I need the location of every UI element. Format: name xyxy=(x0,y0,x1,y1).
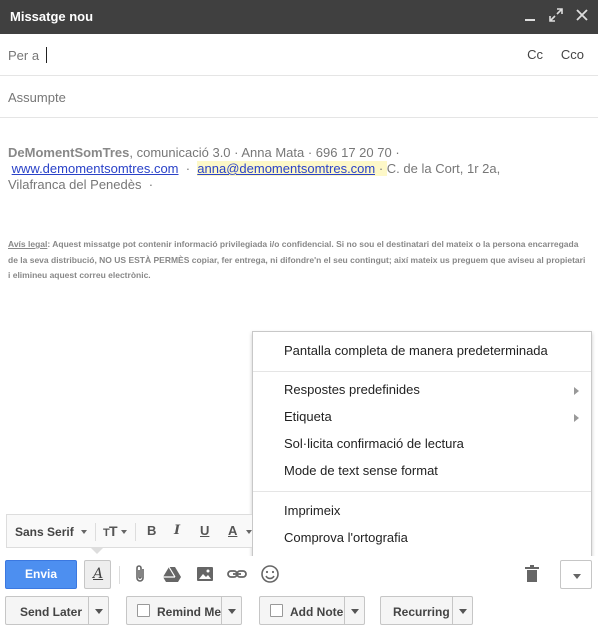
menu-item-read-receipt[interactable]: Sol·licita confirmació de lectura xyxy=(284,433,581,455)
menu-item-spellcheck[interactable]: Comprova l'ortografia xyxy=(284,527,581,549)
bcc-link[interactable]: Cco xyxy=(561,47,584,62)
legal-notice: Avís legal: Aquest missatge pot contenir… xyxy=(8,237,586,284)
format-text-icon: A xyxy=(93,566,104,582)
send-later-button[interactable]: Send Later xyxy=(5,596,109,625)
add-note-label: Add Note xyxy=(290,605,344,619)
signature-dot: · xyxy=(375,161,387,176)
italic-button[interactable]: I xyxy=(174,523,180,538)
to-field[interactable]: Per a Cc Cco xyxy=(0,34,598,76)
add-note-button[interactable]: Add Note xyxy=(259,596,365,625)
signature-address: C. de la Cort, 1r 2a, xyxy=(386,161,501,176)
signature-line1: , comunicació 3.0 · Anna Mata · 696 17 2… xyxy=(129,145,400,160)
remind-me-dropdown[interactable] xyxy=(221,597,241,624)
menu-item-label-tag[interactable]: Etiqueta xyxy=(284,406,581,428)
menu-item-label: Mode de text sense format xyxy=(284,463,438,478)
menu-item-plain-text[interactable]: Mode de text sense format xyxy=(284,460,581,482)
signature-city: Vilafranca del Penedès · xyxy=(8,177,154,192)
menu-item-print[interactable]: Imprimeix xyxy=(284,500,581,522)
more-options-menu: Pantalla completa de manera predetermina… xyxy=(252,331,592,559)
chevron-down-icon xyxy=(81,530,87,534)
attach-file-icon[interactable] xyxy=(128,562,152,586)
close-icon[interactable] xyxy=(574,7,590,23)
divider xyxy=(95,523,96,541)
submenu-arrow-icon xyxy=(574,414,579,422)
legal-text: : Aquest missatge pot contenir informaci… xyxy=(8,239,586,280)
formatting-options-button[interactable]: A xyxy=(84,560,111,589)
to-label: Per a xyxy=(8,48,40,63)
compose-toolbar: Envia A Send Later Remind Me Add Note Re… xyxy=(0,556,598,634)
submenu-arrow-icon xyxy=(574,387,579,395)
remind-me-label: Remind Me xyxy=(157,605,222,619)
send-later-label: Send Later xyxy=(20,605,83,619)
menu-item-canned-responses[interactable]: Respostes predefinides xyxy=(284,379,581,401)
menu-item-label: Sol·licita confirmació de lectura xyxy=(284,436,464,451)
menu-divider xyxy=(253,491,591,492)
window-title: Missatge nou xyxy=(10,9,94,24)
underline-button[interactable]: U xyxy=(200,523,209,538)
formatting-bar: Sans Serif TT B I U A xyxy=(6,514,252,548)
website-link[interactable]: www.demomentsomtres.com xyxy=(12,161,179,176)
menu-item-label: Pantalla completa de manera predetermina… xyxy=(284,343,548,358)
insert-link-icon[interactable] xyxy=(225,562,249,586)
email-link[interactable]: anna@demomentsomtres.com xyxy=(197,161,376,176)
menu-item-label: Respostes predefinides xyxy=(284,382,420,397)
google-drive-icon[interactable] xyxy=(160,562,184,586)
subject-placeholder: Assumpte xyxy=(8,90,66,105)
remind-me-checkbox[interactable] xyxy=(137,604,150,617)
email-signature: DeMomentSomTres, comunicació 3.0 · Anna … xyxy=(8,145,593,193)
add-note-dropdown[interactable] xyxy=(344,597,364,624)
cc-link[interactable]: Cc xyxy=(527,47,543,62)
menu-item-fullscreen-default[interactable]: Pantalla completa de manera predetermina… xyxy=(284,340,581,362)
divider xyxy=(119,566,120,584)
font-family-select[interactable]: Sans Serif xyxy=(15,525,74,539)
font-size-icon[interactable]: TT xyxy=(103,523,129,542)
legal-title: Avís legal xyxy=(8,239,48,249)
divider xyxy=(135,523,136,541)
recurring-dropdown[interactable] xyxy=(452,597,472,624)
compose-titlebar: Missatge nou xyxy=(0,0,598,34)
insert-photo-icon[interactable] xyxy=(193,562,217,586)
chevron-down-icon xyxy=(246,530,252,534)
menu-item-label: Etiqueta xyxy=(284,409,332,424)
more-options-button[interactable] xyxy=(560,560,592,589)
window-controls xyxy=(522,7,590,23)
recurring-label: Recurring xyxy=(393,605,450,619)
signature-brand: DeMomentSomTres xyxy=(8,145,130,160)
text-cursor xyxy=(46,47,47,63)
signature-separator: · xyxy=(178,161,198,176)
menu-item-label: Comprova l'ortografia xyxy=(284,530,408,545)
svg-text:T: T xyxy=(109,523,118,539)
formatting-bar-pointer xyxy=(90,547,104,554)
text-color-button[interactable]: A xyxy=(228,523,237,538)
remind-me-button[interactable]: Remind Me xyxy=(126,596,242,625)
recurring-button[interactable]: Recurring xyxy=(380,596,473,625)
trash-icon[interactable] xyxy=(520,562,544,586)
expand-icon[interactable] xyxy=(548,7,564,23)
insert-emoji-icon[interactable] xyxy=(258,562,282,586)
menu-item-label: Imprimeix xyxy=(284,503,341,518)
subject-field[interactable]: Assumpte xyxy=(0,76,598,118)
add-note-checkbox[interactable] xyxy=(270,604,283,617)
send-button[interactable]: Envia xyxy=(5,560,77,589)
minimize-icon[interactable] xyxy=(522,7,538,23)
send-later-dropdown[interactable] xyxy=(88,597,108,624)
menu-divider xyxy=(253,371,591,372)
bold-button[interactable]: B xyxy=(147,523,156,538)
